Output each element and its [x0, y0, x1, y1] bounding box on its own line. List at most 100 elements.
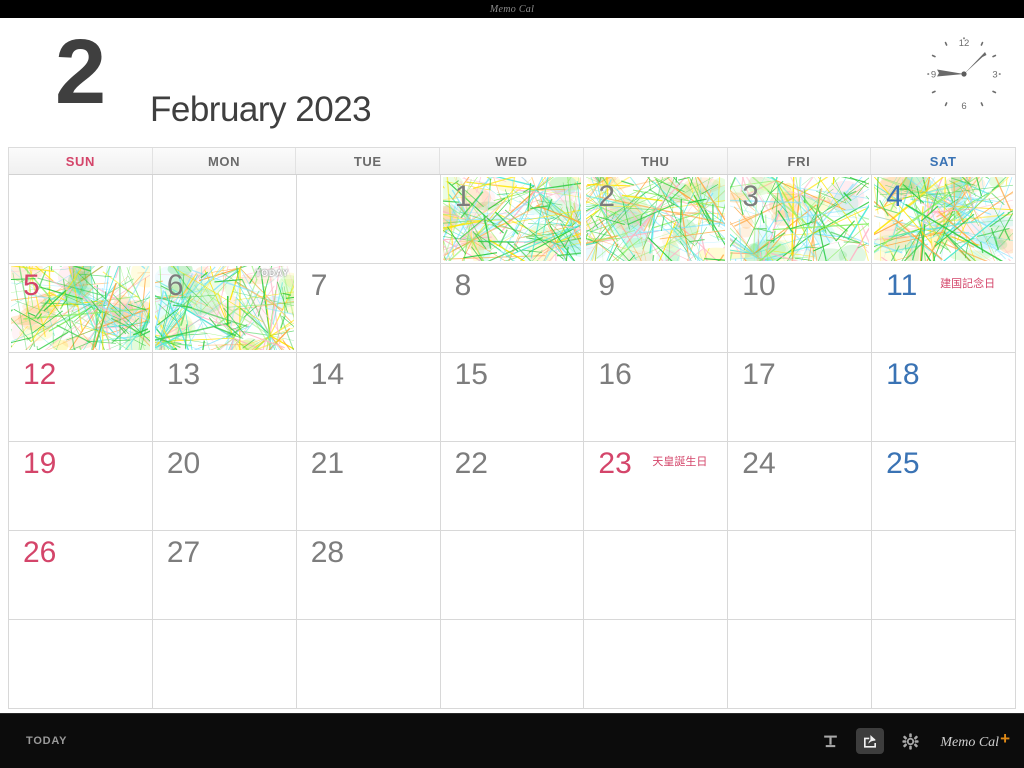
day-number: 2 [598, 180, 616, 213]
day-cell-22[interactable]: 22 [440, 442, 585, 531]
weekday-header-row: SUN MON TUE WED THU FRI SAT [8, 147, 1016, 175]
day-cell-27[interactable]: 27 [152, 531, 297, 620]
day-number: 18 [886, 358, 920, 391]
day-number: 11 [886, 269, 918, 302]
calendar-app: Memo Cal 2 February 2023 12 3 6 9 SUN MO… [0, 0, 1024, 768]
day-number: 20 [166, 447, 201, 480]
day-number: 5 [23, 269, 40, 302]
day-cell-empty [9, 620, 153, 709]
weekday-header-sun: SUN [9, 148, 153, 174]
weekday-header-fri: FRI [728, 148, 872, 174]
day-number: 23 [598, 447, 632, 480]
day-cell-25[interactable]: 25 [872, 442, 1016, 531]
day-cell-13[interactable]: 13 [152, 353, 297, 442]
day-cell-14[interactable]: 14 [296, 353, 441, 442]
holiday-label: 建国記念日 [940, 277, 996, 290]
day-cell-empty [9, 175, 153, 264]
day-number: 22 [454, 447, 488, 480]
svg-text:6: 6 [961, 101, 966, 112]
day-number: 4 [886, 180, 903, 213]
day-cell-4[interactable]: 4 [872, 175, 1016, 264]
day-cell-10[interactable]: 10 [728, 264, 873, 353]
day-cell-empty [440, 531, 585, 620]
day-cell-21[interactable]: 21 [296, 442, 441, 531]
day-cell-12[interactable]: 12 [9, 353, 153, 442]
day-cell-empty [584, 620, 729, 709]
day-cell-17[interactable]: 17 [728, 353, 873, 442]
stamp-icon[interactable] [818, 729, 842, 753]
toolbar-actions: Memo Cal + [818, 728, 1010, 754]
title-bar: Memo Cal [0, 0, 1024, 18]
month-number: 2 [55, 21, 106, 123]
day-cell-11[interactable]: 11 建国記念日 [872, 264, 1016, 353]
day-number: 15 [454, 358, 488, 391]
day-cell-20[interactable]: 20 [152, 442, 297, 531]
day-number: 19 [23, 447, 57, 480]
day-number: 12 [23, 358, 57, 391]
weekday-header-thu: THU [584, 148, 728, 174]
brand-name: Memo Cal [940, 734, 1000, 750]
day-number: 25 [886, 447, 920, 480]
svg-text:3: 3 [992, 70, 997, 81]
day-cell-empty [872, 620, 1016, 709]
day-number: 7 [310, 269, 328, 302]
day-cell-empty [152, 175, 297, 264]
day-cell-28[interactable]: 28 [296, 531, 441, 620]
share-icon[interactable] [856, 728, 885, 754]
day-number: 1 [454, 180, 472, 213]
svg-text:9: 9 [931, 70, 936, 81]
day-cell-26[interactable]: 26 [9, 531, 153, 620]
brand-logo[interactable]: Memo Cal + [940, 728, 1010, 751]
day-number: 8 [454, 269, 472, 302]
brand-plus: + [1000, 728, 1010, 748]
calendar-grid: 1 2 3 4 5 6 TODAY 7 8 9 10 11 建国記念日 12 13 14 15 16 17 18 19 2… [8, 175, 1016, 709]
day-number: 24 [742, 447, 776, 480]
day-cell-3[interactable]: 3 [728, 175, 873, 264]
day-number: 13 [166, 358, 201, 391]
day-number: 16 [598, 358, 632, 391]
day-cell-1[interactable]: 1 [440, 175, 585, 264]
day-cell-8[interactable]: 8 [440, 264, 585, 353]
day-cell-15[interactable]: 15 [440, 353, 585, 442]
day-number: 27 [166, 536, 201, 569]
day-cell-empty [728, 531, 873, 620]
day-number: 6 [166, 269, 184, 302]
analog-clock[interactable]: 12 3 6 9 [916, 26, 1012, 122]
day-cell-5[interactable]: 5 [9, 264, 153, 353]
month-year-label: February 2023 [150, 90, 372, 129]
day-cell-7[interactable]: 7 [296, 264, 441, 353]
day-cell-24[interactable]: 24 [728, 442, 873, 531]
day-cell-empty [728, 620, 873, 709]
day-number: 21 [310, 447, 345, 480]
calendar-header: 2 February 2023 12 3 6 9 [0, 18, 1024, 146]
day-number: 14 [310, 358, 345, 391]
day-cell-6[interactable]: 6 TODAY [152, 264, 297, 353]
day-cell-19[interactable]: 19 [9, 442, 153, 531]
gear-icon[interactable] [898, 729, 922, 753]
day-cell-empty [296, 175, 441, 264]
day-cell-empty [872, 531, 1016, 620]
day-cell-empty [440, 620, 585, 709]
weekday-header-tue: TUE [296, 148, 441, 174]
svg-text:12: 12 [959, 38, 970, 49]
bottom-toolbar: TODAY Memo Cal + [0, 713, 1024, 768]
day-number: 10 [742, 269, 776, 302]
day-cell-empty [152, 620, 297, 709]
day-cell-16[interactable]: 16 [584, 353, 729, 442]
day-number: 17 [742, 358, 776, 391]
day-cell-23[interactable]: 23 天皇誕生日 [584, 442, 729, 531]
day-cell-9[interactable]: 9 [584, 264, 729, 353]
day-number: 3 [742, 180, 759, 213]
day-number: 9 [598, 269, 616, 302]
today-badge: TODAY [252, 267, 293, 279]
weekday-header-mon: MON [153, 148, 297, 174]
weekday-header-sat: SAT [929, 153, 957, 169]
today-button[interactable]: TODAY [26, 735, 67, 747]
day-number: 26 [23, 536, 57, 569]
day-number: 28 [310, 536, 345, 569]
weekday-header-wed: WED [440, 148, 584, 174]
holiday-label: 天皇誕生日 [652, 455, 708, 468]
day-cell-2[interactable]: 2 [584, 175, 729, 264]
day-cell-empty [584, 531, 729, 620]
day-cell-18[interactable]: 18 [872, 353, 1016, 442]
